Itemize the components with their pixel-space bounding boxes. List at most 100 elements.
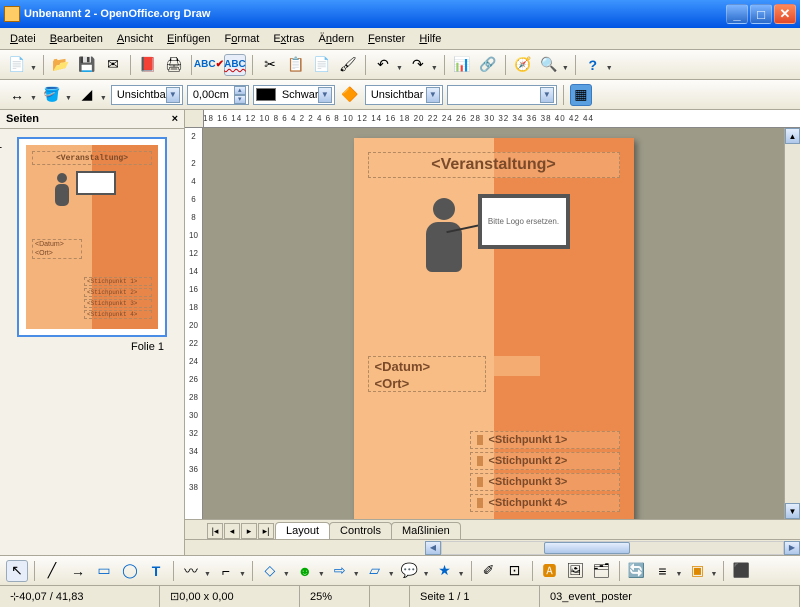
redo-button[interactable]: ↷ [407,54,429,76]
tab-nav-last[interactable]: ▸| [258,523,274,539]
tab-dimlines[interactable]: Maßlinien [391,522,461,539]
scroll-left-button[interactable]: ◀ [425,541,441,555]
hyperlink-button[interactable]: 🔗 [477,54,499,76]
panel-close-icon[interactable]: × [172,113,178,125]
arrow-tool[interactable]: → [67,560,89,582]
line-end-button[interactable]: ◢ [76,84,98,106]
status-zoom[interactable]: 25% [300,586,370,607]
line-tool[interactable]: ╱ [41,560,63,582]
export-pdf-button[interactable]: 📕 [137,54,159,76]
ruler-vertical[interactable]: 22468101214161820222426283032343638 [185,128,203,519]
text-tool[interactable]: T [145,560,167,582]
menu-file[interactable]: Datei [4,31,42,47]
menu-tools[interactable]: Extras [267,31,310,47]
menu-window[interactable]: Fenster [362,31,411,47]
rotate-tool[interactable]: 🔄 [626,560,648,582]
gallery-tool[interactable]: 🗂 [591,560,613,582]
area-fill-button[interactable]: 🔶 [339,84,361,106]
tab-controls[interactable]: Controls [329,522,392,539]
shadow-button[interactable]: ▦ [570,84,592,106]
arrow-style-button[interactable]: ↔ [6,84,28,106]
scroll-right-button[interactable]: ▶ [784,541,800,555]
connector-tool[interactable]: ⌐ [215,560,237,582]
fill-value-combo[interactable]: ▼ [447,85,557,105]
open-button[interactable]: 📂 [50,54,72,76]
rectangle-tool[interactable]: ▭ [93,560,115,582]
placeholder-title[interactable]: <Veranstaltung> [368,152,620,178]
email-button[interactable]: ✉ [102,54,124,76]
new-doc-button[interactable]: 📄 [6,54,28,76]
placeholder-bullets[interactable]: <Stichpunkt 1> <Stichpunkt 2> <Stichpunk… [470,431,620,515]
scrollbar-h-thumb[interactable] [544,542,629,554]
undo-dropdown[interactable]: ▼ [396,57,403,72]
color-swatch-black [256,88,276,101]
autospell-button[interactable]: ABC [224,54,246,76]
line-width-combo[interactable]: 0,00cm▴▾ [187,85,249,105]
scroll-down-button[interactable]: ▼ [785,503,800,519]
new-doc-dropdown[interactable]: ▼ [30,57,37,72]
flowchart-tool[interactable]: ▱ [364,560,386,582]
menu-format[interactable]: Format [218,31,265,47]
tab-nav-first[interactable]: |◂ [207,523,223,539]
help-dropdown[interactable]: ▼ [606,57,613,72]
menu-modify[interactable]: Ändern [313,31,361,47]
placeholder-date[interactable]: <Datum><Ort> [368,356,486,392]
callouts-tool[interactable]: 💬 [399,560,421,582]
chart-button[interactable]: 📊 [451,54,473,76]
ruler-horizontal[interactable]: 18 16 14 12 10 8 6 4 2 2 4 6 8 10 12 14 … [185,110,800,128]
format-paint-button[interactable]: 🖌 [337,54,359,76]
extrusion-tool[interactable]: ⬛ [730,560,752,582]
curve-tool[interactable]: 〰 [180,560,202,582]
paint-bucket-icon[interactable]: 🪣 [41,84,63,106]
placeholder-logo-board[interactable]: Bitte Logo ersetzen. [478,194,570,249]
spellcheck-button[interactable]: ABC✔ [198,54,220,76]
fontwork-tool[interactable]: 🅰 [539,560,561,582]
undo-button[interactable]: ↶ [372,54,394,76]
maximize-button[interactable]: □ [750,4,772,24]
cut-button[interactable]: ✂ [259,54,281,76]
menu-insert[interactable]: Einfügen [161,31,216,47]
arrange-tool[interactable]: ▣ [686,560,708,582]
block-arrows-tool[interactable]: ⇨ [329,560,351,582]
person-figure-icon[interactable] [424,198,464,288]
align-tool[interactable]: ≡ [652,560,674,582]
zoom-dropdown[interactable]: ▼ [562,57,569,72]
edit-points-tool[interactable]: ✐ [478,560,500,582]
navigator-button[interactable]: 🧭 [512,54,534,76]
tab-layout[interactable]: Layout [275,522,330,539]
paste-button[interactable]: 📄 [311,54,333,76]
window-titlebar: Unbenannt 2 - OpenOffice.org Draw _ □ ✕ [0,0,800,28]
close-button[interactable]: ✕ [774,4,796,24]
basic-shapes-tool[interactable]: ◇ [259,560,281,582]
scrollbar-v-track[interactable] [785,144,800,503]
placeholder-box[interactable] [490,356,540,376]
save-button[interactable]: 💾 [76,54,98,76]
line-color-combo[interactable]: Schwarz▼ [253,85,335,105]
line-style-combo[interactable]: Unsichtbar▼ [111,85,183,105]
ellipse-tool[interactable]: ◯ [119,560,141,582]
slides-panel: Seiten × 1 <Veranstaltung> <Datum><Ort> … [0,110,185,555]
scrollbar-h-track[interactable] [441,541,784,555]
tab-nav-next[interactable]: ▸ [241,523,257,539]
from-file-tool[interactable]: 🖼 [565,560,587,582]
fill-style-combo[interactable]: Unsichtbar▼ [365,85,443,105]
stars-tool[interactable]: ★ [434,560,456,582]
print-button[interactable]: 🖨 [163,54,185,76]
slide-thumbnail[interactable]: <Veranstaltung> <Datum><Ort> <Stichpunkt… [17,137,167,337]
copy-button[interactable]: 📋 [285,54,307,76]
redo-dropdown[interactable]: ▼ [431,57,438,72]
document-page[interactable]: <Veranstaltung> Bitte Logo ersetzen. <Da… [354,138,634,519]
glue-points-tool[interactable]: ⊡ [504,560,526,582]
menu-view[interactable]: Ansicht [111,31,159,47]
canvas-scroll[interactable]: <Veranstaltung> Bitte Logo ersetzen. <Da… [203,128,784,519]
tab-nav-prev[interactable]: ◂ [224,523,240,539]
zoom-button[interactable]: 🔍 [538,54,560,76]
symbol-shapes-tool[interactable]: ☻ [294,560,316,582]
scroll-up-button[interactable]: ▲ [785,128,800,144]
menu-help[interactable]: Hilfe [413,31,447,47]
status-size: ⊡ 0,00 x 0,00 [160,586,300,607]
help-button[interactable]: ? [582,54,604,76]
select-tool[interactable]: ↖ [6,560,28,582]
minimize-button[interactable]: _ [726,4,748,24]
menu-edit[interactable]: Bearbeiten [44,31,109,47]
